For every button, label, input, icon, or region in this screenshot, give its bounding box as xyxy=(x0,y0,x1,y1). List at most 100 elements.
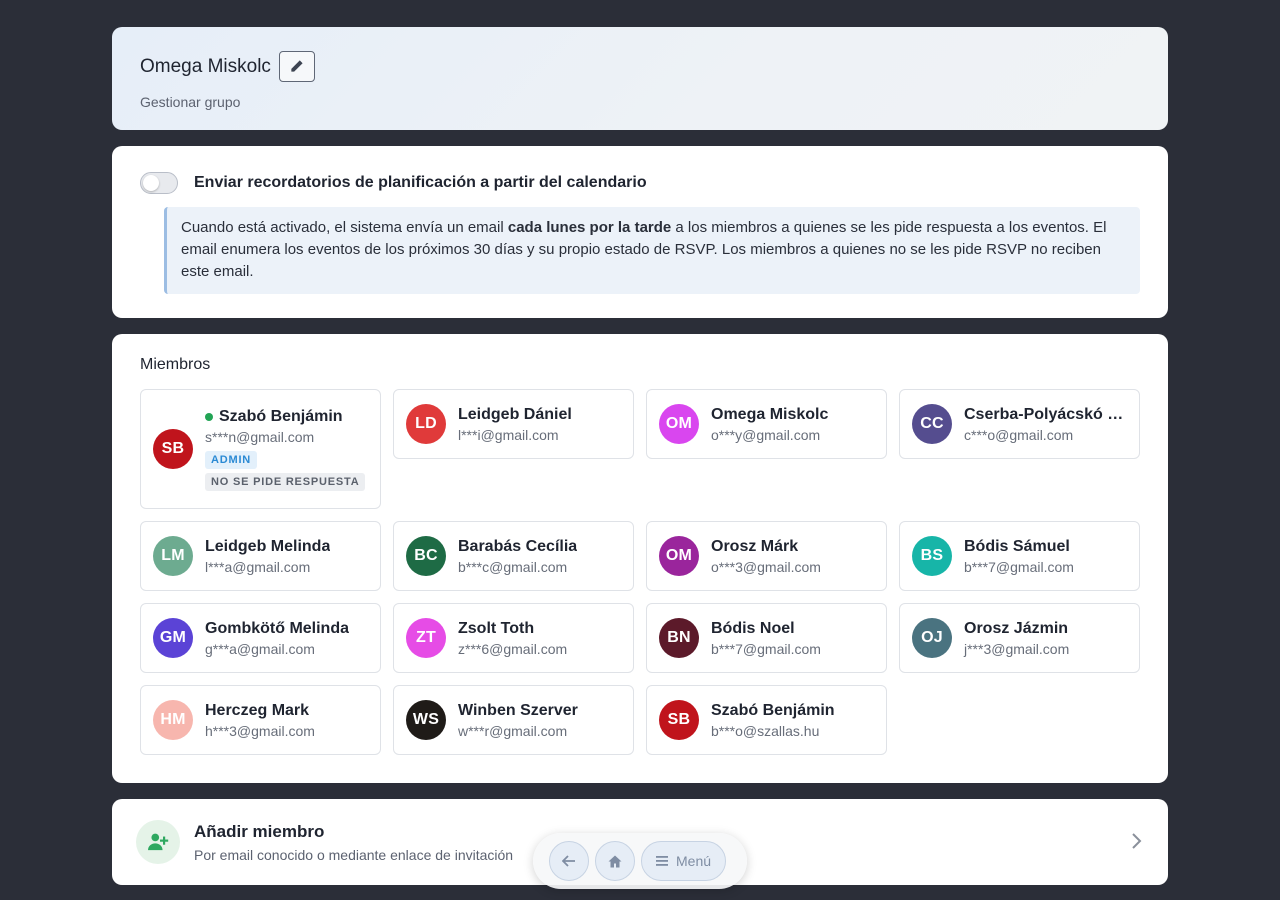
member-card[interactable]: OM Omega Miskolc o***y@gmail.com xyxy=(646,389,887,459)
member-name: Zsolt Toth xyxy=(458,619,535,637)
avatar: BC xyxy=(406,536,446,576)
member-info: Bódis Sámuel b***7@gmail.com xyxy=(964,538,1074,575)
member-card[interactable]: HM Herczeg Mark h***3@gmail.com xyxy=(140,685,381,755)
reminder-info: Cuando está activado, el sistema envía u… xyxy=(164,207,1140,294)
member-email: s***n@gmail.com xyxy=(205,428,315,445)
member-name-row: Winben Szerver xyxy=(458,702,578,720)
member-info: Zsolt Toth z***6@gmail.com xyxy=(458,620,567,657)
member-email: h***3@gmail.com xyxy=(205,722,315,739)
member-card[interactable]: BS Bódis Sámuel b***7@gmail.com xyxy=(899,521,1140,591)
avatar: OJ xyxy=(912,618,952,658)
add-user-icon xyxy=(136,820,180,864)
group-header: Omega Miskolc Gestionar grupo xyxy=(112,27,1168,130)
member-name-row: Bódis Sámuel xyxy=(964,538,1074,556)
member-info: Cserba-Polyácskó Csaba c***o@gmail.com xyxy=(964,406,1127,443)
member-card[interactable]: GM Gombkötő Melinda g***a@gmail.com xyxy=(140,603,381,673)
page-subtitle: Gestionar grupo xyxy=(140,94,241,110)
chevron-right-icon xyxy=(1132,833,1142,849)
home-button[interactable] xyxy=(595,841,635,881)
member-card[interactable]: OJ Orosz Jázmin j***3@gmail.com xyxy=(899,603,1140,673)
menu-button[interactable]: Menú xyxy=(641,841,727,881)
avatar: OM xyxy=(659,404,699,444)
member-name: Cserba-Polyácskó Csaba xyxy=(964,405,1127,423)
info-text-pre: Cuando está activado, el sistema envía u… xyxy=(181,219,508,236)
member-info: Leidgeb Melinda l***a@gmail.com xyxy=(205,538,330,575)
arrow-left-icon xyxy=(562,855,575,867)
member-name-row: Szabó Benjámin xyxy=(711,702,835,720)
member-card[interactable]: OM Orosz Márk o***3@gmail.com xyxy=(646,521,887,591)
member-info: Omega Miskolc o***y@gmail.com xyxy=(711,406,828,443)
member-info: Orosz Jázmin j***3@gmail.com xyxy=(964,620,1069,657)
member-name-row: Omega Miskolc xyxy=(711,406,828,424)
member-email: l***a@gmail.com xyxy=(205,558,311,575)
reminder-toggle-label: Enviar recordatorios de planificación a … xyxy=(194,174,647,191)
hamburger-icon xyxy=(656,856,668,866)
member-name-row: Herczeg Mark xyxy=(205,702,315,720)
reminder-card: Enviar recordatorios de planificación a … xyxy=(112,146,1168,318)
member-name: Gombkötő Melinda xyxy=(205,619,349,637)
member-name-row: Gombkötő Melinda xyxy=(205,620,349,638)
info-text-bold: cada lunes por la tarde xyxy=(507,219,672,236)
members-title: Miembros xyxy=(140,356,211,373)
member-name: Barabás Cecília xyxy=(458,537,578,555)
member-card[interactable]: SB Szabó Benjámin s***n@gmail.com ADMIN NO S… xyxy=(140,389,381,509)
member-name: Herczeg Mark xyxy=(205,701,310,719)
member-name-row: Barabás Cecília xyxy=(458,538,577,556)
member-card[interactable]: ZT Zsolt Toth z***6@gmail.com xyxy=(393,603,634,673)
avatar: ZT xyxy=(406,618,446,658)
floating-nav: Menú xyxy=(533,833,747,889)
member-email: c***o@gmail.com xyxy=(964,426,1074,443)
member-card[interactable]: WS Winben Szerver w***r@gmail.com xyxy=(393,685,634,755)
member-name: Leidgeb Dániel xyxy=(458,405,572,423)
member-card[interactable]: BC Barabás Cecília b***c@gmail.com xyxy=(393,521,634,591)
member-name-row: Cserba-Polyácskó Csaba xyxy=(964,406,1127,424)
avatar: LM xyxy=(153,536,193,576)
members-grid: SB Szabó Benjámin s***n@gmail.com ADMIN NO S… xyxy=(140,389,1140,755)
pencil-icon xyxy=(291,60,304,72)
avatar: BS xyxy=(912,536,952,576)
avatar: BN xyxy=(659,618,699,658)
member-name: Omega Miskolc xyxy=(711,405,829,423)
home-icon xyxy=(608,855,622,867)
no-rsvp-badge: NO SE PIDE RESPUESTA xyxy=(205,472,366,491)
member-email: b***7@gmail.com xyxy=(964,558,1074,575)
avatar: HM xyxy=(153,700,193,740)
member-name-row: Bódis Noel xyxy=(711,620,821,638)
member-card[interactable]: CC Cserba-Polyácskó Csaba c***o@gmail.com xyxy=(899,389,1140,459)
avatar: GM xyxy=(153,618,193,658)
page-title: Omega Miskolc xyxy=(140,55,271,77)
member-email: b***c@gmail.com xyxy=(458,558,568,575)
avatar: WS xyxy=(406,700,446,740)
avatar: SB xyxy=(659,700,699,740)
member-name: Winben Szerver xyxy=(458,701,578,719)
menu-label: Menú xyxy=(676,853,712,869)
member-card[interactable]: LM Leidgeb Melinda l***a@gmail.com xyxy=(140,521,381,591)
member-info: Szabó Benjámin s***n@gmail.com ADMIN NO SE … xyxy=(205,408,366,491)
member-card[interactable]: LD Leidgeb Dániel l***i@gmail.com xyxy=(393,389,634,459)
member-email: z***6@gmail.com xyxy=(458,640,568,657)
members-card: Miembros SB Szabó Benjámin s***n@gmail.com… xyxy=(112,334,1168,783)
member-card[interactable]: SB Szabó Benjámin b***o@szallas.hu xyxy=(646,685,887,755)
edit-name-button[interactable] xyxy=(278,51,315,82)
member-name: Leidgeb Melinda xyxy=(205,537,331,555)
reminder-toggle[interactable] xyxy=(140,172,178,194)
back-button[interactable] xyxy=(549,841,589,881)
member-email: b***7@gmail.com xyxy=(711,640,821,657)
member-info: Leidgeb Dániel l***i@gmail.com xyxy=(458,406,572,443)
member-name-row: Leidgeb Melinda xyxy=(205,538,330,556)
avatar: OM xyxy=(659,536,699,576)
member-card[interactable]: BN Bódis Noel b***7@gmail.com xyxy=(646,603,887,673)
member-name: Szabó Benjámin xyxy=(711,701,835,719)
member-name-row: Leidgeb Dániel xyxy=(458,406,572,424)
member-info: Orosz Márk o***3@gmail.com xyxy=(711,538,821,575)
member-email: j***3@gmail.com xyxy=(964,640,1070,657)
member-email: w***r@gmail.com xyxy=(458,722,568,739)
member-info: Winben Szerver w***r@gmail.com xyxy=(458,702,578,739)
member-email: o***3@gmail.com xyxy=(711,558,821,575)
member-email: l***i@gmail.com xyxy=(458,426,559,443)
avatar: LD xyxy=(406,404,446,444)
member-info: Szabó Benjámin b***o@szallas.hu xyxy=(711,702,835,739)
member-email: g***a@gmail.com xyxy=(205,640,315,657)
member-info: Herczeg Mark h***3@gmail.com xyxy=(205,702,315,739)
member-name: Bódis Noel xyxy=(711,619,795,637)
